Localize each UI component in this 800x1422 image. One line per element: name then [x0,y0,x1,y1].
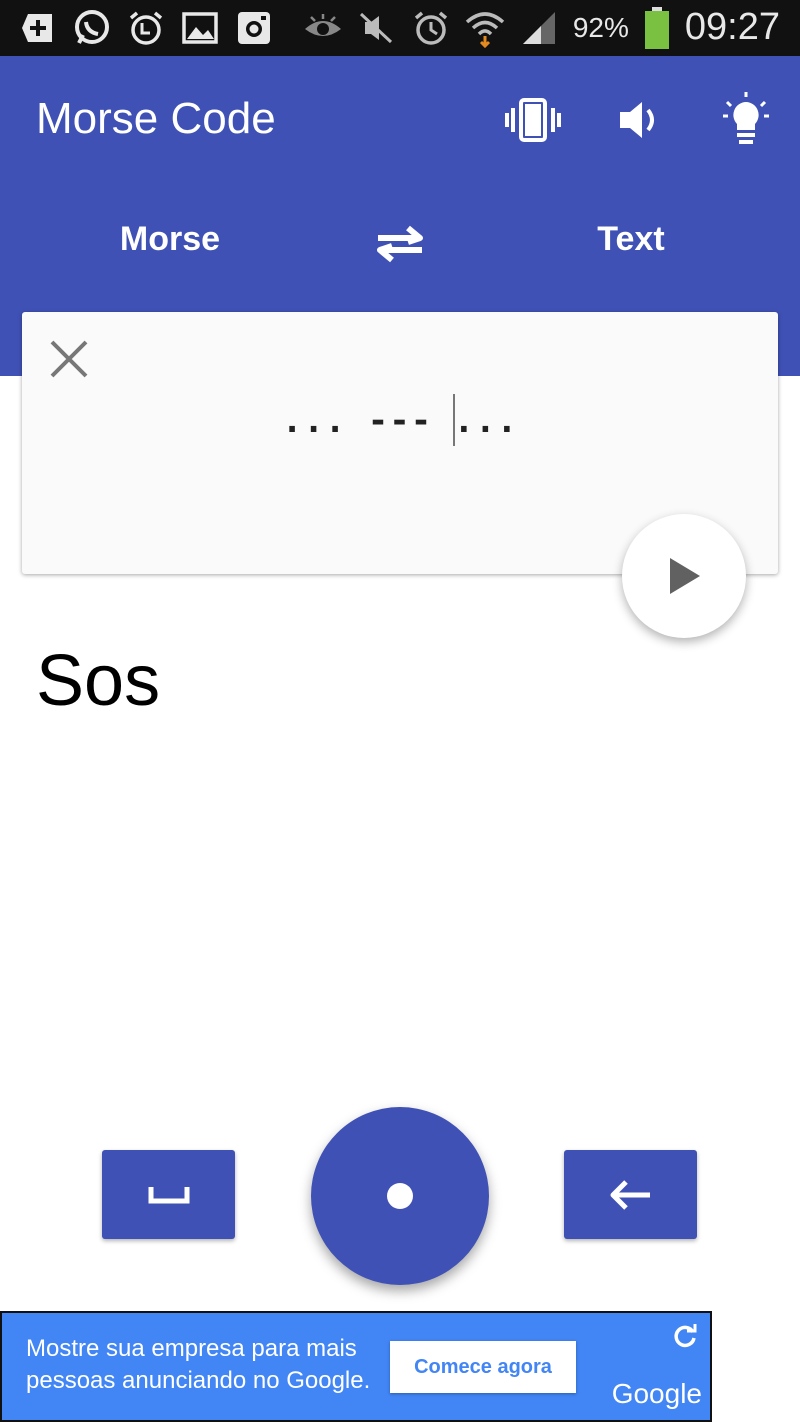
source-language-tab[interactable]: Morse [0,220,340,259]
target-language-tab[interactable]: Text [462,220,800,259]
dot-icon [387,1183,413,1209]
flashlight-icon[interactable] [718,92,774,148]
eye-icon [303,8,343,48]
vibrate-icon[interactable] [505,92,561,148]
ad-cta-button[interactable]: Comece agora [390,1341,576,1393]
morse-input-text-after: ... [453,401,519,441]
backspace-arrow-icon [610,1179,650,1210]
volume-icon[interactable] [612,92,668,148]
mute-icon [357,8,397,48]
whatsapp-icon [72,8,112,48]
alarm-icon [411,8,451,48]
ad-banner[interactable]: Mostre sua empresa para mais pessoas anu… [0,1311,712,1422]
ad-text: Mostre sua empresa para mais pessoas anu… [26,1335,371,1394]
space-button[interactable] [102,1150,235,1239]
morse-input[interactable]: ... --- ... [22,394,778,446]
notification-icons [18,8,274,48]
refresh-icon[interactable] [672,1323,698,1349]
battery-icon [643,6,671,49]
close-icon[interactable] [44,334,94,384]
space-bar-icon [148,1186,189,1203]
play-icon [670,558,700,594]
translated-text: Sos [36,641,161,721]
battery-percentage: 92% [572,11,629,43]
swap-arrows-icon[interactable] [370,222,430,266]
instagram-icon [234,8,274,48]
backspace-button[interactable] [564,1150,697,1239]
gallery-icon [180,8,220,48]
google-logo: Google [611,1378,702,1409]
plus-app-icon [18,8,58,48]
signal-icon [519,8,559,48]
dot-button[interactable] [311,1107,489,1285]
alarm-clock-icon [126,8,166,48]
play-button[interactable] [622,514,746,638]
system-icons: 92% 09:27 [303,6,780,49]
morse-input-text: ... --- [281,401,454,441]
clock: 09:27 [684,6,780,48]
status-bar: 92% 09:27 [0,0,800,56]
app-title: Morse Code [36,94,276,143]
wifi-icon [465,8,505,48]
